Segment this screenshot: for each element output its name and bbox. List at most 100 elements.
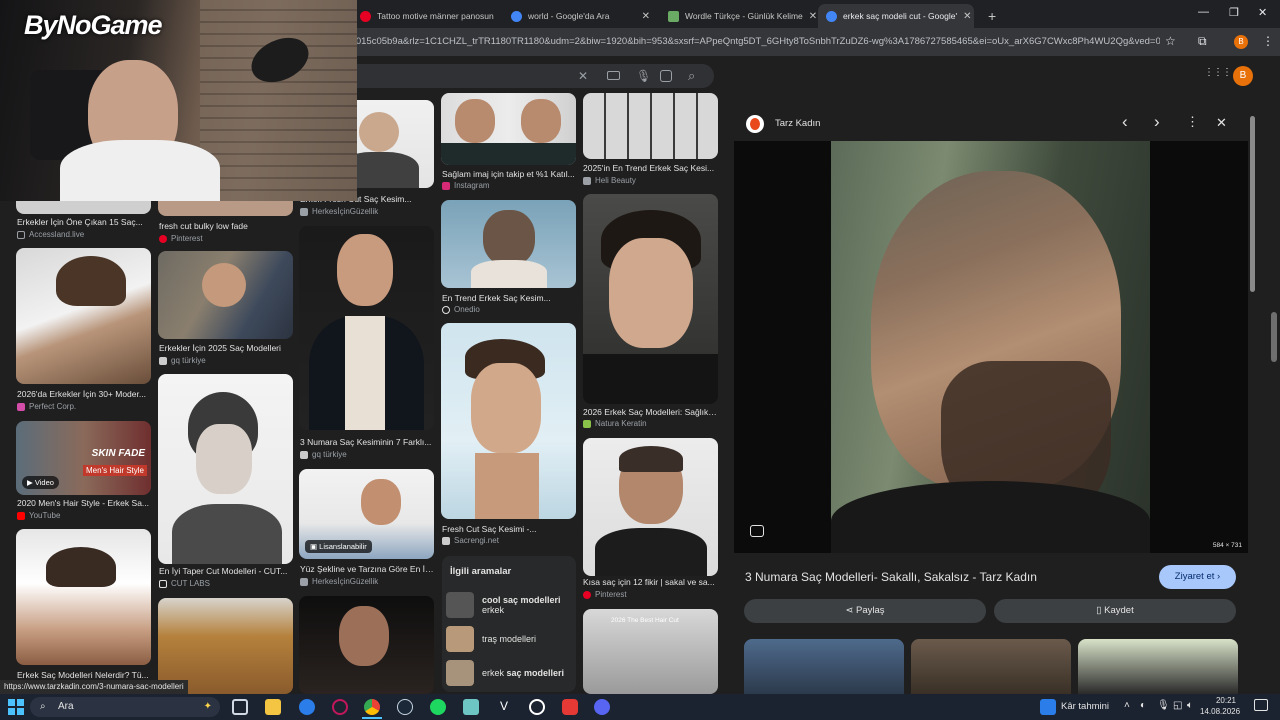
network-icon[interactable]: ◱ [1173,700,1182,711]
task-view-icon[interactable] [232,699,248,715]
restore-icon[interactable]: ❐ [1229,6,1239,19]
app-icon[interactable] [463,699,479,715]
image-result[interactable] [441,93,576,165]
obs-icon[interactable] [529,699,545,715]
account-avatar[interactable]: B [1233,66,1253,86]
result-source[interactable]: gq türkiye [159,356,206,365]
image-result[interactable] [16,248,151,384]
result-source[interactable]: HerkesİçinGüzellik [300,577,378,586]
search-box[interactable]: ✕ 🎙︎ ⌕ [340,64,714,88]
edge-icon[interactable] [299,699,315,715]
panel-scrollbar[interactable] [1250,116,1256,686]
image-result[interactable] [299,596,434,694]
clock-date[interactable]: 14.08.2026 [1200,707,1240,716]
site-name[interactable]: Tarz Kadın [775,118,820,129]
close-window-icon[interactable]: ✕ [1258,6,1267,19]
image-result[interactable]: ▣ Lisanslanabilir [299,469,434,559]
related-item[interactable]: cool saç modelleri erkek [446,590,574,620]
share-button[interactable]: ⋖ Paylaş [744,599,986,623]
widget-icon[interactable] [1040,699,1056,715]
close-panel-button[interactable]: ✕ [1216,115,1227,131]
lens-search-icon[interactable] [750,525,764,537]
result-source[interactable]: YouTube [17,511,60,520]
image-result[interactable] [441,323,576,519]
image-result[interactable] [158,374,293,564]
minimize-icon[interactable]: — [1198,6,1209,18]
tab-world[interactable]: world - Google'da Ara ✕ [503,4,658,28]
steam-icon[interactable] [397,699,413,715]
result-source[interactable]: gq türkiye [300,450,347,459]
new-tab-button[interactable]: + [980,4,1000,28]
apps-grid-icon[interactable]: ⋮⋮⋮ [1204,67,1232,78]
profile-avatar[interactable]: B [1234,35,1248,49]
image-result[interactable] [583,93,718,159]
result-source[interactable]: CUT LABS [159,579,210,588]
image-result[interactable] [158,251,293,339]
result-source[interactable]: Perfect Corp. [17,402,76,411]
result-caption[interactable]: 2026 Erkek Saç Modelleri: Sağlıkl... [583,407,717,417]
keyboard-icon[interactable] [607,71,620,80]
image-result[interactable] [16,529,151,665]
result-caption[interactable]: Kısa saç için 12 fikir | sakal ve sa... [583,577,717,587]
more-options-button[interactable]: ⋮ [1186,114,1199,130]
notification-icon[interactable] [1254,699,1268,711]
result-source[interactable]: Pinterest [583,590,627,599]
similar-image[interactable] [1078,639,1238,694]
result-caption[interactable]: Sağlam imaj için takip et %1 Katıl... [442,169,576,179]
bookmark-star-icon[interactable]: ☆ [1165,34,1176,48]
similar-image[interactable] [911,639,1071,694]
address-bar[interactable]: f8f8015c05b9a&rlz=1C1CHZL_trTR1180TR1180… [340,31,1160,53]
chrome-icon[interactable] [364,699,380,715]
tab-close-icon[interactable]: ✕ [957,11,971,22]
tab-wordle[interactable]: Wordle Türkçe - Günlük Kelime ✕ [660,4,816,28]
result-caption[interactable]: 2025'in En Trend Erkek Saç Kesi... [583,163,717,173]
spotify-icon[interactable] [430,699,446,715]
chevron-up-icon[interactable]: ˄ [1124,700,1130,711]
preview-image[interactable] [831,141,1150,553]
similar-image[interactable] [744,639,904,694]
result-caption[interactable]: 2020 Men's Hair Style - Erkek Sa... [17,498,151,508]
result-caption[interactable]: Fresh Cut Saç Kesimi -... [442,524,576,534]
volume-icon[interactable]: 🔈︎ [1187,700,1193,711]
browser-menu-icon[interactable]: ⋮ [1262,34,1274,48]
result-caption[interactable]: Yüz Şekline ve Tarzına Göre En İy... [300,564,434,574]
related-item[interactable]: erkek saç modelleri [446,658,574,688]
panel-scrollbar-thumb[interactable] [1250,116,1255,292]
clear-search-icon[interactable]: ✕ [578,69,588,83]
result-caption[interactable]: Erkekler İçin Öne Çıkan 15 Saç... [17,217,151,227]
page-scrollbar[interactable] [1268,56,1280,694]
scrollbar-thumb[interactable] [1271,312,1277,362]
app-icon[interactable] [562,699,578,715]
taskbar-search[interactable]: ⌕ Ara ✦ [30,697,220,717]
tab-close-icon[interactable]: ✕ [803,11,816,22]
image-result[interactable] [158,200,293,216]
result-source[interactable]: Accessland.live [17,230,84,239]
visit-button[interactable]: Ziyaret et › [1159,565,1236,589]
clock-time[interactable]: 20:21 [1206,696,1236,705]
result-caption[interactable]: En İyi Taper Cut Modelleri - CUT... [159,566,293,576]
microphone-icon[interactable]: 🎙︎ [1157,700,1170,711]
windows-start-icon[interactable] [8,699,24,715]
result-source[interactable]: Heli Beauty [583,176,636,185]
next-image-button[interactable]: › [1154,112,1160,132]
result-caption[interactable]: fresh cut bulky low fade [159,221,293,231]
search-icon[interactable]: ⌕ [688,68,695,84]
result-source[interactable]: Natura Keratin [583,419,647,428]
result-caption[interactable]: En Trend Erkek Saç Kesim... [442,293,576,303]
result-source[interactable]: HerkesİçinGüzellik [300,207,378,216]
result-source[interactable]: Sacrengi.net [442,536,499,545]
result-caption[interactable]: 3 Numara Saç Kesiminin 7 Farklı... [300,437,434,447]
result-source[interactable]: Onedio [442,305,480,314]
tab-google-images[interactable]: erkek saç modeli cut - Google' ✕ [818,4,974,28]
tray-app-icon[interactable]: ◐ [1140,700,1146,711]
image-result[interactable] [16,200,151,214]
tab-pinterest[interactable]: Tattoo motive männer panosun ✕ [352,4,500,28]
previous-image-button[interactable]: ‹ [1122,112,1128,132]
lens-icon[interactable] [660,70,672,82]
preview-title[interactable]: 3 Numara Saç Modelleri- Sakallı, Sakalsı… [745,570,1037,584]
video-result[interactable]: SKIN FADE Men's Hair Style ▶ Video [16,421,151,495]
extensions-icon[interactable]: ⧉ [1198,34,1207,49]
tab-close-icon[interactable]: ✕ [636,11,650,22]
file-explorer-icon[interactable] [265,699,281,715]
result-source[interactable]: Instagram [442,181,490,190]
